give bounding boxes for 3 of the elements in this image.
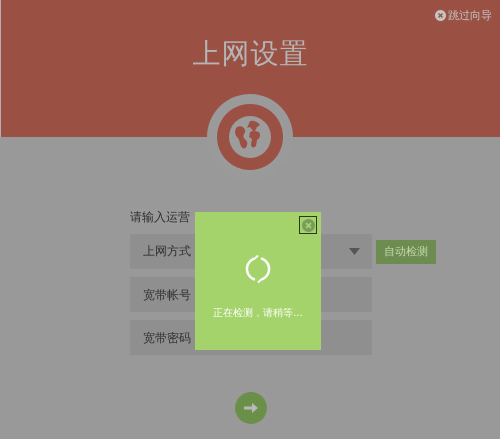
page-title: 上网设置 xyxy=(192,36,308,72)
status-message: 正在检测，请稍等... xyxy=(213,306,303,320)
prompt-text: 请输入运营 xyxy=(130,209,190,226)
